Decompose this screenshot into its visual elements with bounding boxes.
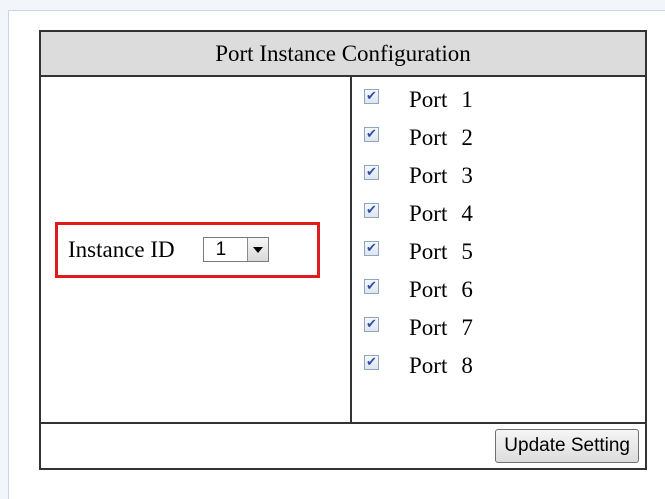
checkmark-icon: ✔ [366,240,377,256]
port-row-2: ✔ Port 2 [352,119,645,157]
port-row-3: ✔ Port 3 [352,157,645,195]
port-row-1: ✔ Port 1 [352,81,645,119]
update-setting-button[interactable]: Update Setting [495,429,639,463]
port-4-checkbox[interactable]: ✔ [364,202,379,218]
port-6-label: Port 6 [409,277,473,302]
port-7-checkbox[interactable]: ✔ [364,316,379,332]
instance-cell: Instance ID 1 [39,75,352,424]
port-5-label: Port 5 [409,239,473,264]
port-4-label: Port 4 [409,201,473,226]
instance-id-selected-value: 1 [215,239,227,260]
instance-id-select[interactable]: 1 [202,237,269,262]
checkmark-icon: ✔ [366,202,377,218]
ports-cell: ✔ Port 1 ✔ Port 2 ✔ Port 3 ✔ Port 4 ✔ Port 5 … [350,75,647,424]
port-6-checkbox[interactable]: ✔ [364,278,379,294]
port-1-label: Port 1 [409,87,473,112]
port-row-7: ✔ Port 7 [352,309,645,347]
checkmark-icon: ✔ [366,126,377,142]
checkmark-icon: ✔ [366,278,377,294]
checkmark-icon: ✔ [366,164,377,180]
port-3-label: Port 3 [409,163,473,188]
port-instance-config-table: Port Instance Configuration Instance ID … [39,30,647,470]
port-8-checkbox[interactable]: ✔ [364,354,379,370]
port-row-5: ✔ Port 5 [352,233,645,271]
port-7-label: Port 7 [409,315,473,340]
checkmark-icon: ✔ [366,316,377,332]
port-1-checkbox[interactable]: ✔ [364,88,379,104]
actions-row: Update Setting [39,422,647,470]
checkmark-icon: ✔ [366,354,377,370]
table-title: Port Instance Configuration [39,30,647,77]
port-3-checkbox[interactable]: ✔ [364,164,379,180]
port-row-4: ✔ Port 4 [352,195,645,233]
port-row-8: ✔ Port 8 [352,347,645,385]
checkmark-icon: ✔ [366,88,377,104]
port-2-label: Port 2 [409,125,473,150]
instance-id-highlight: Instance ID 1 [55,221,320,278]
port-5-checkbox[interactable]: ✔ [364,240,379,256]
instance-id-label: Instance ID [68,236,175,262]
port-2-checkbox[interactable]: ✔ [364,126,379,142]
port-8-label: Port 8 [409,353,473,378]
chevron-down-icon[interactable] [246,238,268,261]
port-row-6: ✔ Port 6 [352,271,645,309]
